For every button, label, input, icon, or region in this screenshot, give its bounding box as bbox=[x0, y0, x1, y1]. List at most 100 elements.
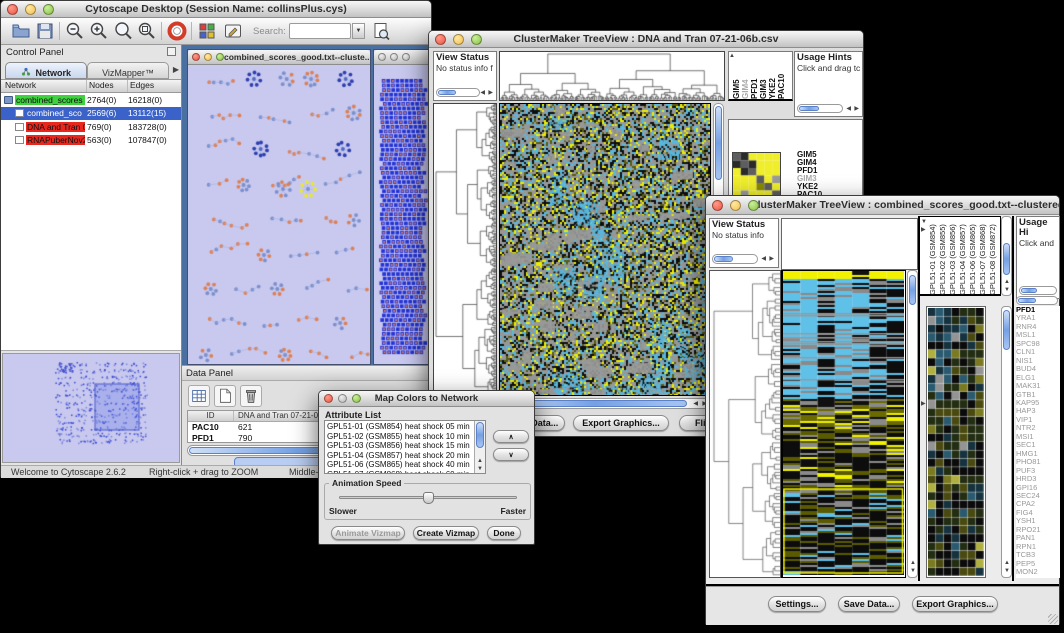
open-file-icon[interactable] bbox=[11, 21, 31, 41]
attribute-list-item[interactable]: GPL51-01 (GSM854) heat shock 05 min bbox=[327, 422, 483, 432]
tv1-view-status-title: View Status bbox=[434, 52, 496, 63]
tv2-zoom-vscrollbar[interactable]: ▲ ▼ bbox=[1001, 306, 1012, 578]
splitter-arrow-icon[interactable]: ▶ bbox=[921, 401, 926, 407]
attribute-list-item[interactable]: GPL51-06 (GSM865) heat shock 40 min bbox=[327, 460, 483, 470]
save-icon[interactable] bbox=[35, 21, 55, 41]
minimize-icon[interactable] bbox=[453, 34, 464, 45]
dialog-titlebar[interactable]: Map Colors to Network bbox=[319, 391, 534, 407]
frame-minimize-icon[interactable] bbox=[204, 53, 212, 61]
network-canvas[interactable] bbox=[188, 65, 370, 364]
zoom-fit-icon[interactable] bbox=[137, 21, 157, 41]
resize-grip[interactable] bbox=[1048, 614, 1058, 624]
attribute-list-item[interactable]: GPL51-07 (GSM868) heat shock 60 min bbox=[327, 470, 483, 474]
tv1-usage-scrollbar[interactable] bbox=[797, 104, 843, 113]
zoom-in-icon[interactable] bbox=[89, 21, 109, 41]
annotation-icon[interactable] bbox=[223, 21, 243, 41]
tv1-view-status-text: No status info f bbox=[434, 63, 496, 73]
tv1-row-dendrogram[interactable] bbox=[433, 103, 497, 396]
search-input[interactable] bbox=[289, 23, 351, 39]
scroll-right-icon[interactable]: ▶ bbox=[488, 90, 493, 96]
scroll-right-icon[interactable]: ▶ bbox=[854, 106, 859, 112]
network-tree-row[interactable]: DNA and Tran 07769(0)183728(0) bbox=[1, 120, 181, 134]
data-panel-title: Data Panel bbox=[186, 368, 233, 379]
tv2-heatmap-vscrollbar[interactable]: ▲ ▼ bbox=[907, 270, 918, 578]
tab-vizmapper[interactable]: VizMapper™ bbox=[87, 62, 169, 79]
frame-zoom-icon[interactable] bbox=[216, 53, 224, 61]
scroll-right-icon[interactable]: ▶ bbox=[769, 256, 774, 262]
tab-overflow-button[interactable]: ▶ bbox=[173, 65, 179, 74]
close-icon[interactable] bbox=[435, 34, 446, 45]
tv1-titlebar[interactable]: ClusterMaker TreeView : DNA and Tran 07-… bbox=[429, 31, 863, 48]
tv2-gene-hscrollbar[interactable] bbox=[1016, 296, 1058, 305]
new-attribute-icon[interactable] bbox=[214, 385, 236, 407]
tv1-column-dendrogram[interactable] bbox=[499, 51, 725, 101]
document-icon bbox=[15, 123, 24, 131]
network-tree-row[interactable]: RNAPuberNov2+563(0)107847(0) bbox=[1, 134, 181, 148]
help-lifering-icon[interactable] bbox=[167, 21, 187, 41]
zoom-out-icon[interactable] bbox=[65, 21, 85, 41]
scroll-left-icon[interactable]: ◀ bbox=[480, 90, 485, 96]
tv2-usage-scrollbar[interactable] bbox=[1019, 286, 1057, 295]
attribute-table-icon[interactable] bbox=[188, 385, 210, 407]
minimize-icon[interactable] bbox=[338, 394, 347, 403]
scroll-left-icon[interactable]: ◀ bbox=[846, 106, 851, 112]
close-icon[interactable] bbox=[324, 394, 333, 403]
attribute-list-scrollbar[interactable]: ▲ ▼ bbox=[474, 421, 485, 473]
vizmap-squares-icon[interactable] bbox=[197, 21, 217, 41]
animate-vizmap-button[interactable]: Animate Vizmap bbox=[331, 526, 405, 540]
attribute-list-item[interactable]: GPL51-04 (GSM857) heat shock 20 min bbox=[327, 451, 483, 461]
zoom-selected-icon[interactable] bbox=[113, 21, 133, 41]
frame2-zoom-icon[interactable] bbox=[402, 53, 410, 61]
attribute-list-item[interactable]: GPL51-02 (GSM855) heat shock 10 min bbox=[327, 432, 483, 442]
row-id: PAC10 bbox=[188, 422, 234, 433]
export-graphics-button[interactable]: Export Graphics... bbox=[912, 596, 998, 612]
float-panel-icon[interactable] bbox=[167, 47, 176, 56]
search-dropdown-button[interactable]: ▼ bbox=[352, 23, 365, 39]
create-vizmap-button[interactable]: Create Vizmap bbox=[413, 526, 479, 540]
tv2-titlebar[interactable]: ClusterMaker TreeView : combined_scores_… bbox=[706, 196, 1059, 215]
close-icon[interactable] bbox=[712, 200, 723, 211]
frame2-close-icon[interactable] bbox=[378, 53, 386, 61]
close-icon[interactable] bbox=[7, 4, 18, 15]
network-tab-icon bbox=[21, 67, 31, 77]
tv1-status-scrollbar[interactable] bbox=[436, 88, 480, 97]
frame2-minimize-icon[interactable] bbox=[390, 53, 398, 61]
export-graphics-button[interactable]: Export Graphics... bbox=[573, 415, 669, 431]
tv2-zoom-heatmap[interactable] bbox=[926, 306, 986, 578]
done-button[interactable]: Done bbox=[487, 526, 521, 540]
dense-network-canvas[interactable] bbox=[374, 65, 430, 364]
minimize-icon[interactable] bbox=[25, 4, 36, 15]
zoom-window-icon[interactable] bbox=[471, 34, 482, 45]
birdseye-panel[interactable] bbox=[2, 353, 180, 463]
tv2-column-dendrogram[interactable] bbox=[781, 218, 918, 270]
move-up-button[interactable]: ∧ bbox=[493, 430, 529, 443]
settings-button[interactable]: Settings... bbox=[768, 596, 826, 612]
tab-network[interactable]: Network bbox=[5, 62, 87, 79]
network-search-icon[interactable] bbox=[371, 21, 391, 41]
scroll-left-icon[interactable]: ◀ bbox=[761, 256, 766, 262]
save-data-button[interactable]: Save Data... bbox=[838, 596, 900, 612]
attribute-listbox[interactable]: GPL51-01 (GSM854) heat shock 05 minGPL51… bbox=[324, 420, 486, 474]
tv2-collabel-scrollbar[interactable]: ▲ ▼ bbox=[1001, 216, 1012, 296]
tv1-heatmap[interactable] bbox=[499, 103, 711, 396]
zoom-window-icon[interactable] bbox=[43, 4, 54, 15]
speed-slider[interactable] bbox=[339, 496, 517, 499]
tv2-status-scrollbar[interactable] bbox=[712, 254, 758, 264]
frame-close-icon[interactable] bbox=[192, 53, 200, 61]
delete-attribute-trash-icon[interactable] bbox=[240, 385, 262, 407]
attribute-list-item[interactable]: GPL51-03 (GSM856) heat shock 15 min bbox=[327, 441, 483, 451]
zoom-window-icon[interactable] bbox=[352, 394, 361, 403]
tv1-mini-heatmap[interactable] bbox=[732, 152, 781, 199]
network-tree-row[interactable]: combined_scores2764(0)16218(0) bbox=[1, 93, 181, 107]
zoom-window-icon[interactable] bbox=[748, 200, 759, 211]
minimize-icon[interactable] bbox=[730, 200, 741, 211]
slider-thumb[interactable] bbox=[423, 492, 434, 504]
main-titlebar[interactable]: Cytoscape Desktop (Session Name: collins… bbox=[1, 1, 431, 18]
tv2-column-label: GPL51-08 (GSM872) bbox=[988, 217, 998, 295]
folder-icon bbox=[4, 96, 13, 104]
network-tree-row[interactable]: combined_sco2569(6)13112(15) bbox=[1, 107, 181, 121]
move-down-button[interactable]: ∨ bbox=[493, 448, 529, 461]
tv2-row-dendrogram[interactable] bbox=[709, 270, 781, 578]
network-nodes: 769(0) bbox=[85, 122, 126, 132]
tv2-heatmap[interactable] bbox=[781, 270, 906, 578]
